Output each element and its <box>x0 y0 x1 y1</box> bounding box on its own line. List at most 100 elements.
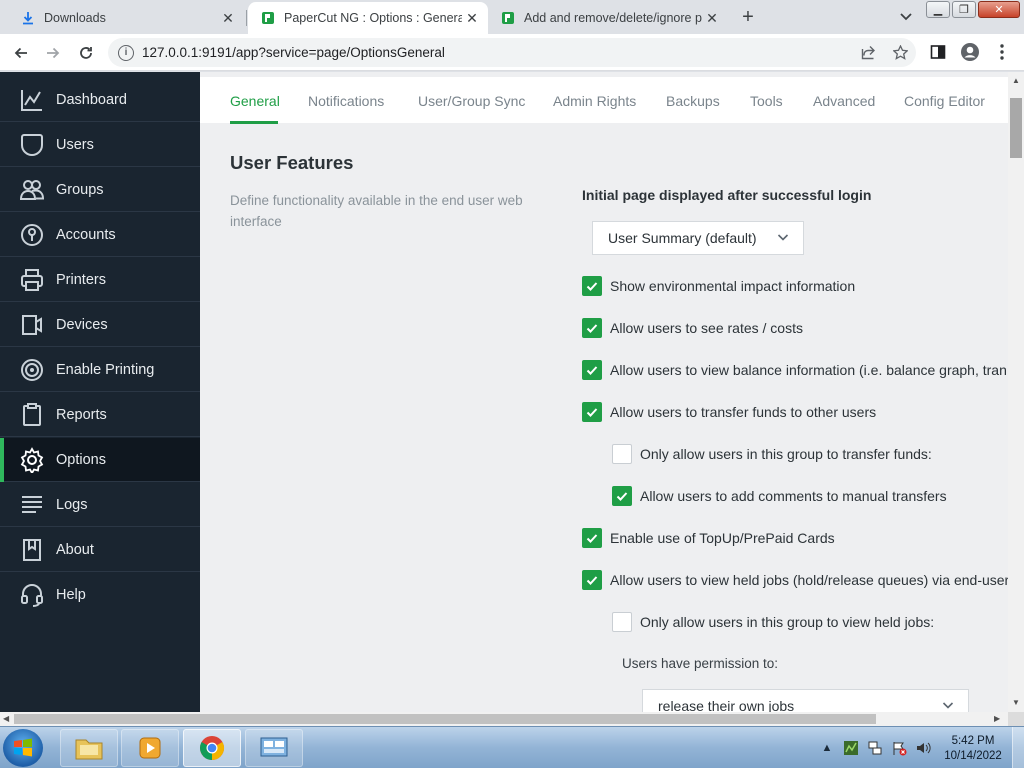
sidebar-item-logs[interactable]: Logs <box>0 483 200 527</box>
option-transfer-funds[interactable]: Allow users to transfer funds to other u… <box>582 402 876 422</box>
site-info-icon[interactable]: i <box>118 44 134 61</box>
option-view-held-jobs[interactable]: Allow users to view held jobs (hold/rele… <box>582 570 1008 590</box>
checkbox-unchecked[interactable] <box>612 612 632 632</box>
tab-search-chevron-icon[interactable] <box>896 7 916 27</box>
scroll-right-arrow-icon[interactable]: ▶ <box>994 714 1000 723</box>
scroll-down-arrow-icon[interactable]: ▼ <box>1012 698 1020 707</box>
taskbar-chrome[interactable] <box>183 729 241 767</box>
tab-admin-rights[interactable]: Admin Rights <box>553 93 636 109</box>
back-button[interactable] <box>9 41 33 65</box>
close-icon[interactable]: ✕ <box>218 8 238 28</box>
horizontal-scrollbar[interactable]: ◀ ▶ <box>0 712 1008 726</box>
show-desktop-button[interactable] <box>1012 727 1024 768</box>
checkbox-checked[interactable] <box>582 360 602 380</box>
network-icon[interactable] <box>866 739 884 757</box>
tab-advanced[interactable]: Advanced <box>813 93 875 109</box>
tab-separator <box>246 10 247 26</box>
sidebar-item-about[interactable]: About <box>0 528 200 572</box>
option-transfer-group-only[interactable]: Only allow users in this group to transf… <box>612 444 932 464</box>
close-icon[interactable]: ✕ <box>462 8 482 28</box>
checkbox-checked[interactable] <box>582 402 602 422</box>
sidebar-item-label: Logs <box>56 496 88 513</box>
scrollbar-thumb[interactable] <box>1010 98 1022 158</box>
checkbox-checked[interactable] <box>582 318 602 338</box>
checkbox-checked[interactable] <box>582 276 602 296</box>
gear-icon <box>17 445 47 475</box>
tab-add-remove[interactable]: Add and remove/delete/ignore p ✕ <box>488 2 728 34</box>
system-tray: ▲ <box>818 727 932 768</box>
forward-button[interactable] <box>41 41 65 65</box>
checkbox-checked[interactable] <box>612 486 632 506</box>
reload-button[interactable] <box>74 41 98 65</box>
close-icon[interactable]: ✕ <box>702 8 722 28</box>
scroll-left-arrow-icon[interactable]: ◀ <box>3 714 9 723</box>
initial-page-select[interactable]: User Summary (default) <box>592 221 804 255</box>
sidebar-item-reports[interactable]: Reports <box>0 393 200 437</box>
volume-icon[interactable] <box>914 739 932 757</box>
show-hidden-icons-icon[interactable]: ▲ <box>818 739 836 757</box>
permission-label: Users have permission to: <box>622 656 779 671</box>
sidebar-item-enable-printing[interactable]: Enable Printing <box>0 348 200 392</box>
minimize-button[interactable]: ▁ <box>926 1 950 18</box>
scrollbar-corner <box>1008 712 1024 726</box>
option-transfer-comments[interactable]: Allow users to add comments to manual tr… <box>612 486 947 506</box>
option-held-jobs-group-only[interactable]: Only allow users in this group to view h… <box>612 612 934 632</box>
action-center-flag-icon[interactable] <box>890 739 908 757</box>
papercut-tray-icon[interactable] <box>842 739 860 757</box>
checkbox-unchecked[interactable] <box>612 444 632 464</box>
profile-avatar-icon[interactable] <box>957 39 983 65</box>
sidebar-item-label: Devices <box>56 316 108 333</box>
tab-title: Downloads <box>44 11 106 25</box>
tab-backups[interactable]: Backups <box>666 93 720 109</box>
tab-papercut-options[interactable]: PaperCut NG : Options : General ✕ <box>248 2 488 34</box>
sidebar-item-groups[interactable]: Groups <box>0 168 200 212</box>
tab-tools[interactable]: Tools <box>750 93 783 109</box>
scroll-up-arrow-icon[interactable]: ▲ <box>1012 76 1020 85</box>
option-label: Only allow users in this group to transf… <box>640 446 932 462</box>
tab-notifications[interactable]: Notifications <box>308 93 384 109</box>
sidebar-item-label: Dashboard <box>56 91 127 108</box>
groups-icon <box>17 175 47 205</box>
taskbar-media-player[interactable] <box>121 729 179 767</box>
window-close-button[interactable]: ✕ <box>978 1 1020 18</box>
option-environmental-impact[interactable]: Show environmental impact information <box>582 276 855 296</box>
new-tab-button[interactable]: + <box>737 6 759 28</box>
option-see-rates[interactable]: Allow users to see rates / costs <box>582 318 803 338</box>
tab-title: Add and remove/delete/ignore p <box>524 11 702 25</box>
media-player-icon <box>139 737 161 759</box>
sidebar-item-label: Users <box>56 136 94 153</box>
clock-date: 10/14/2022 <box>944 750 1002 762</box>
tab-config-editor[interactable]: Config Editor <box>904 93 985 109</box>
option-topup-cards[interactable]: Enable use of TopUp/PrePaid Cards <box>582 528 835 548</box>
option-view-balance[interactable]: Allow users to view balance information … <box>582 360 1007 380</box>
taskbar-control-panel[interactable] <box>245 729 303 767</box>
sidebar-item-users[interactable]: Users <box>0 123 200 167</box>
address-bar[interactable]: i 127.0.0.1:9191/app?service=page/Option… <box>108 38 916 67</box>
tab-downloads[interactable]: Downloads ✕ <box>8 2 244 34</box>
restore-button[interactable]: ❐ <box>952 1 976 18</box>
scrollbar-thumb[interactable] <box>14 714 876 724</box>
permission-select[interactable]: release their own jobs <box>642 689 969 712</box>
sidebar-item-accounts[interactable]: Accounts <box>0 213 200 257</box>
checkbox-checked[interactable] <box>582 528 602 548</box>
enable-printing-icon <box>17 355 47 385</box>
chevron-down-icon <box>942 702 954 709</box>
sidebar-item-help[interactable]: Help <box>0 573 200 617</box>
sidebar-item-devices[interactable]: Devices <box>0 303 200 347</box>
windows-start-button[interactable] <box>3 729 43 767</box>
checkbox-checked[interactable] <box>582 570 602 590</box>
bookmark-star-icon[interactable] <box>884 38 916 67</box>
system-clock[interactable]: 5:42 PM 10/14/2022 <box>940 734 1006 764</box>
side-panel-icon[interactable] <box>925 39 951 65</box>
chevron-down-icon <box>777 234 789 241</box>
sidebar-item-printers[interactable]: Printers <box>0 258 200 302</box>
vertical-scrollbar[interactable]: ▲ ▼ <box>1008 72 1024 712</box>
option-label: Allow users to add comments to manual tr… <box>640 488 947 504</box>
browser-menu-icon[interactable] <box>989 39 1015 65</box>
tab-general[interactable]: General <box>230 93 280 109</box>
taskbar-file-explorer[interactable] <box>60 729 118 767</box>
sidebar-item-options[interactable]: Options <box>0 438 200 482</box>
share-icon[interactable] <box>852 38 884 67</box>
sidebar-item-dashboard[interactable]: Dashboard <box>0 78 200 122</box>
tab-user-group-sync[interactable]: User/Group Sync <box>418 93 525 109</box>
